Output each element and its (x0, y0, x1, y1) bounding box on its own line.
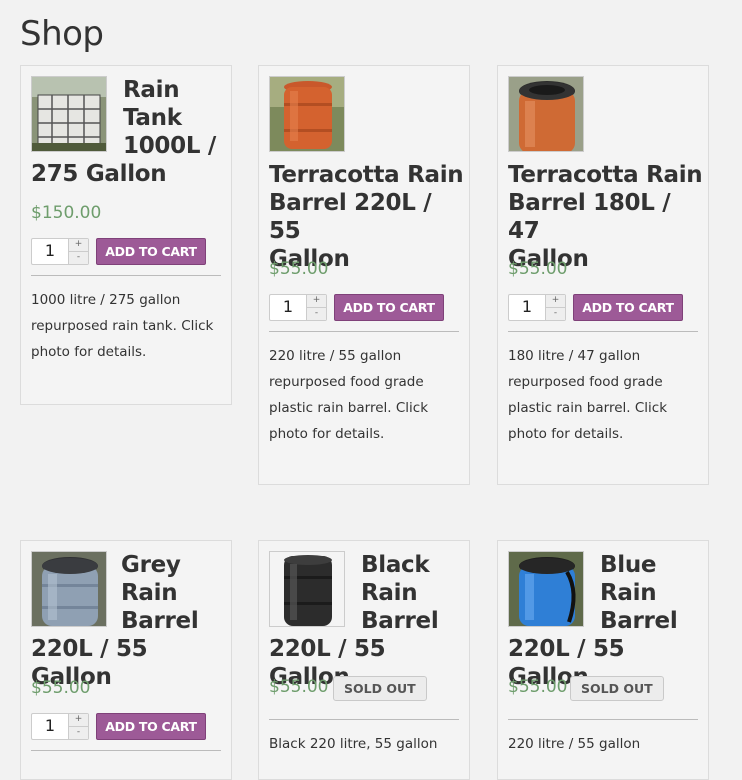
sold-out-button[interactable]: SOLD OUT (333, 676, 427, 701)
product-card: Terracotta Rain Barrel 220L / 55 Gallon … (258, 65, 470, 485)
quantity-value[interactable]: 1 (509, 297, 545, 316)
quantity-increase-button[interactable]: + (68, 239, 88, 252)
terracotta-barrel-image[interactable] (269, 76, 345, 152)
add-to-cart-button[interactable]: ADD TO CART (96, 238, 206, 265)
product-description: 1000 litre / 275 gallon repurposed rain … (31, 292, 214, 360)
quantity-value[interactable]: 1 (270, 297, 306, 316)
quantity-stepper[interactable]: 1 + - (31, 238, 89, 265)
product-price: $55.00 (269, 259, 329, 279)
product-price: $150.00 (31, 203, 102, 223)
product-price: $55.00 (31, 678, 91, 698)
page-title: Shop (20, 14, 104, 54)
divider (31, 275, 221, 276)
quantity-decrease-button[interactable]: - (68, 252, 88, 264)
quantity-decrease-button[interactable]: - (545, 308, 565, 320)
product-description: 220 litre / 55 gallon repurposed food gr… (269, 348, 429, 442)
quantity-value[interactable]: 1 (32, 241, 68, 260)
product-title[interactable]: Terracotta Rain Barrel 220L / 55 Gallon (269, 161, 464, 273)
product-title[interactable]: Grey Rain Barrel 220L / 55 Gallon (31, 551, 226, 691)
quantity-stepper[interactable]: 1 + - (269, 294, 327, 321)
quantity-value[interactable]: 1 (32, 716, 68, 735)
add-to-cart-button[interactable]: ADD TO CART (573, 294, 683, 321)
product-description: 180 litre / 47 gallon repurposed food gr… (508, 348, 668, 442)
divider (269, 719, 459, 720)
product-description: 220 litre / 55 gallon (508, 736, 641, 752)
divider (31, 750, 221, 751)
product-price: $55.00 (269, 677, 329, 697)
product-price: $55.00 (508, 259, 568, 279)
product-card: Rain Tank 1000L / 275 Gallon $150.00 1 +… (20, 65, 232, 405)
terracotta-barrel-image[interactable] (508, 76, 584, 152)
product-title[interactable]: Blue Rain Barrel 220L / 55 Gallon (508, 551, 703, 691)
product-card: Black Rain Barrel 220L / 55 Gallon $55.0… (258, 540, 470, 780)
quantity-stepper[interactable]: 1 + - (508, 294, 566, 321)
product-description: Black 220 litre, 55 gallon (269, 736, 438, 752)
quantity-increase-button[interactable]: + (545, 295, 565, 308)
sold-out-button[interactable]: SOLD OUT (570, 676, 664, 701)
quantity-stepper[interactable]: 1 + - (31, 713, 89, 740)
product-title[interactable]: Rain Tank 1000L / 275 Gallon (31, 76, 226, 188)
quantity-increase-button[interactable]: + (68, 714, 88, 727)
product-card: Terracotta Rain Barrel 180L / 47 Gallon … (497, 65, 709, 485)
quantity-increase-button[interactable]: + (306, 295, 326, 308)
product-card: Grey Rain Barrel 220L / 55 Gallon $55.00… (20, 540, 232, 780)
product-price: $55.00 (508, 677, 568, 697)
quantity-decrease-button[interactable]: - (68, 727, 88, 739)
divider (269, 331, 459, 332)
add-to-cart-button[interactable]: ADD TO CART (96, 713, 206, 740)
product-title[interactable]: Black Rain Barrel 220L / 55 Gallon (269, 551, 464, 691)
divider (508, 331, 698, 332)
add-to-cart-button[interactable]: ADD TO CART (334, 294, 444, 321)
quantity-decrease-button[interactable]: - (306, 308, 326, 320)
divider (508, 719, 698, 720)
product-title[interactable]: Terracotta Rain Barrel 180L / 47 Gallon (508, 161, 703, 273)
product-card: Blue Rain Barrel 220L / 55 Gallon $55.00… (497, 540, 709, 780)
